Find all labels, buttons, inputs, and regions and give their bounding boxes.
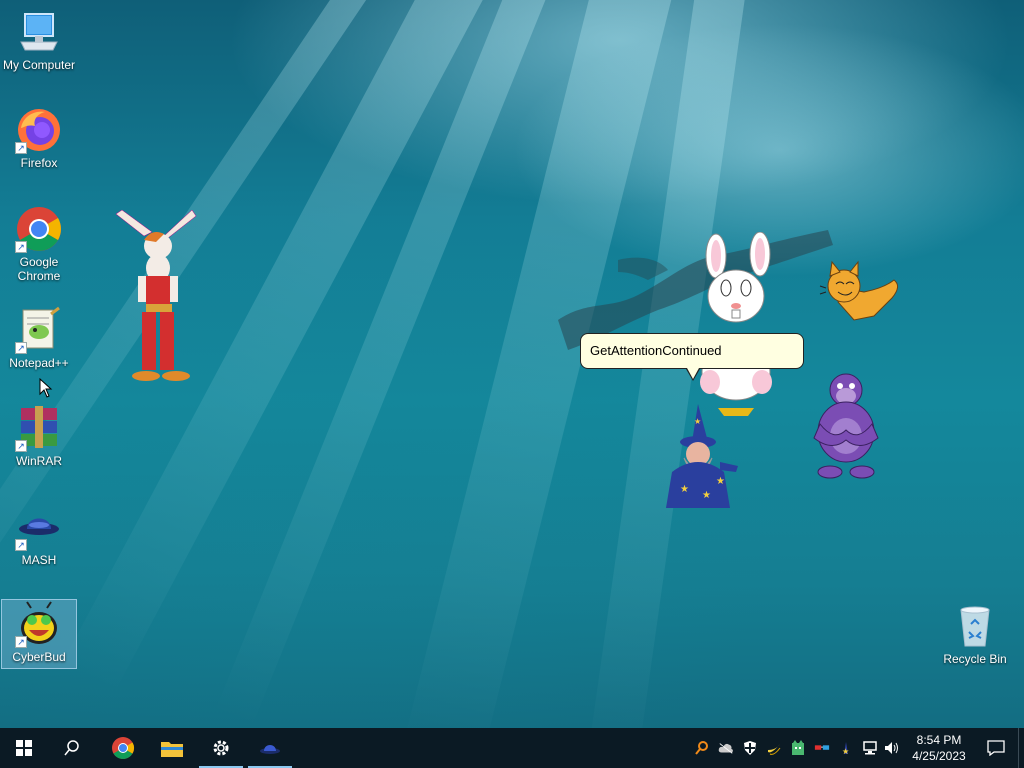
tray-shield-icon[interactable] (742, 740, 758, 756)
search-button[interactable] (48, 728, 96, 768)
chrome-icon (112, 737, 134, 759)
search-icon (64, 740, 79, 756)
tray-agent-icon[interactable]: ★ (838, 740, 854, 756)
settings-icon (213, 740, 229, 756)
clock-date: 4/25/2023 (912, 749, 966, 763)
wizard-agent[interactable]: ★ ★ ★ ★ (658, 402, 742, 512)
tray-search-magnifier-icon[interactable] (694, 740, 710, 756)
notepadpp-icon: ↗ (15, 306, 63, 354)
desktop-icon-recycle-bin[interactable]: Recycle Bin (937, 602, 1013, 672)
action-center-button[interactable] (972, 728, 1020, 768)
tray-volume-icon[interactable] (884, 740, 900, 756)
desktop-icon-firefox[interactable]: ↗ Firefox (1, 106, 77, 176)
tray-cat-icon[interactable] (790, 740, 806, 756)
shortcut-arrow-icon: ↗ (15, 241, 27, 253)
shortcut-arrow-icon: ↗ (15, 142, 27, 154)
desktop-icon-winrar[interactable]: ↗ WinRAR (1, 404, 77, 474)
mash-icon: ↗ (15, 503, 63, 551)
shortcut-arrow-icon: ↗ (15, 342, 27, 354)
tray-banana-icon[interactable] (766, 740, 782, 756)
cat-agent[interactable] (818, 258, 904, 326)
mash-icon (260, 745, 280, 754)
shortcut-arrow-icon: ↗ (15, 636, 27, 648)
recycle-bin-icon (951, 602, 999, 650)
shortcut-arrow-icon: ↗ (15, 440, 27, 452)
desktop-icon-notepadpp[interactable]: ↗ Notepad++ (1, 306, 77, 376)
desktop[interactable]: My Computer ↗ Firefox ↗ Google Chrome ↗ … (0, 0, 1024, 728)
icon-label: Notepad++ (9, 356, 69, 370)
icon-label: My Computer (2, 58, 76, 72)
tray-network-icon[interactable] (862, 740, 878, 756)
icon-label: Google Chrome (17, 255, 61, 283)
svg-text:★: ★ (716, 476, 725, 487)
show-desktop-button[interactable] (1018, 728, 1024, 768)
desktop-icon-mash[interactable]: ↗ MASH (1, 503, 77, 573)
desktop-icon-cyberbud[interactable]: ↗ CyberBud (1, 599, 77, 669)
svg-text:★: ★ (694, 417, 701, 426)
tray-cloud-icon[interactable] (718, 740, 734, 756)
icon-label: MASH (21, 553, 57, 567)
shortcut-arrow-icon: ↗ (15, 539, 27, 551)
svg-text:★: ★ (702, 490, 711, 501)
taskbar-settings-button[interactable] (197, 728, 245, 768)
desktop-icon-my-computer[interactable]: My Computer (1, 8, 77, 78)
balloon-text: GetAttentionContinued (590, 343, 722, 358)
gorilla-agent[interactable] (804, 368, 888, 484)
rabbit-agent[interactable] (112, 206, 198, 388)
start-icon (16, 740, 32, 756)
icon-label: Firefox (20, 156, 58, 170)
taskbar-clock[interactable]: 8:54 PM 4/25/2023 (908, 732, 970, 764)
winrar-icon: ↗ (15, 404, 63, 452)
mouse-cursor-icon (39, 378, 53, 398)
cyberbud-icon: ↗ (15, 600, 63, 648)
clock-time: 8:54 PM (916, 733, 962, 747)
taskbar-chrome-button[interactable] (99, 728, 147, 768)
start-button[interactable] (0, 728, 48, 768)
svg-text:★: ★ (842, 747, 849, 756)
file-explorer-icon (161, 742, 183, 757)
tray-glasses-icon[interactable] (814, 740, 830, 756)
icon-label: WinRAR (15, 454, 62, 468)
desktop-icon-google-chrome[interactable]: ↗ Google Chrome (1, 205, 77, 289)
white-bunny-agent[interactable] (688, 232, 784, 418)
taskbar-file-explorer-button[interactable] (148, 728, 196, 768)
firefox-icon: ↗ (15, 106, 63, 154)
agent-speech-balloon: GetAttentionContinued (580, 333, 804, 381)
action-center-icon (987, 740, 1005, 756)
icon-label: Recycle Bin (943, 652, 1007, 666)
taskbar-mash-button[interactable] (246, 728, 294, 768)
svg-text:★: ★ (680, 484, 689, 495)
taskbar: ★ 8:54 PM 4/25/2023 (0, 728, 1024, 768)
chrome-icon: ↗ (15, 205, 63, 253)
computer-icon (15, 8, 63, 56)
icon-label: CyberBud (12, 650, 66, 664)
